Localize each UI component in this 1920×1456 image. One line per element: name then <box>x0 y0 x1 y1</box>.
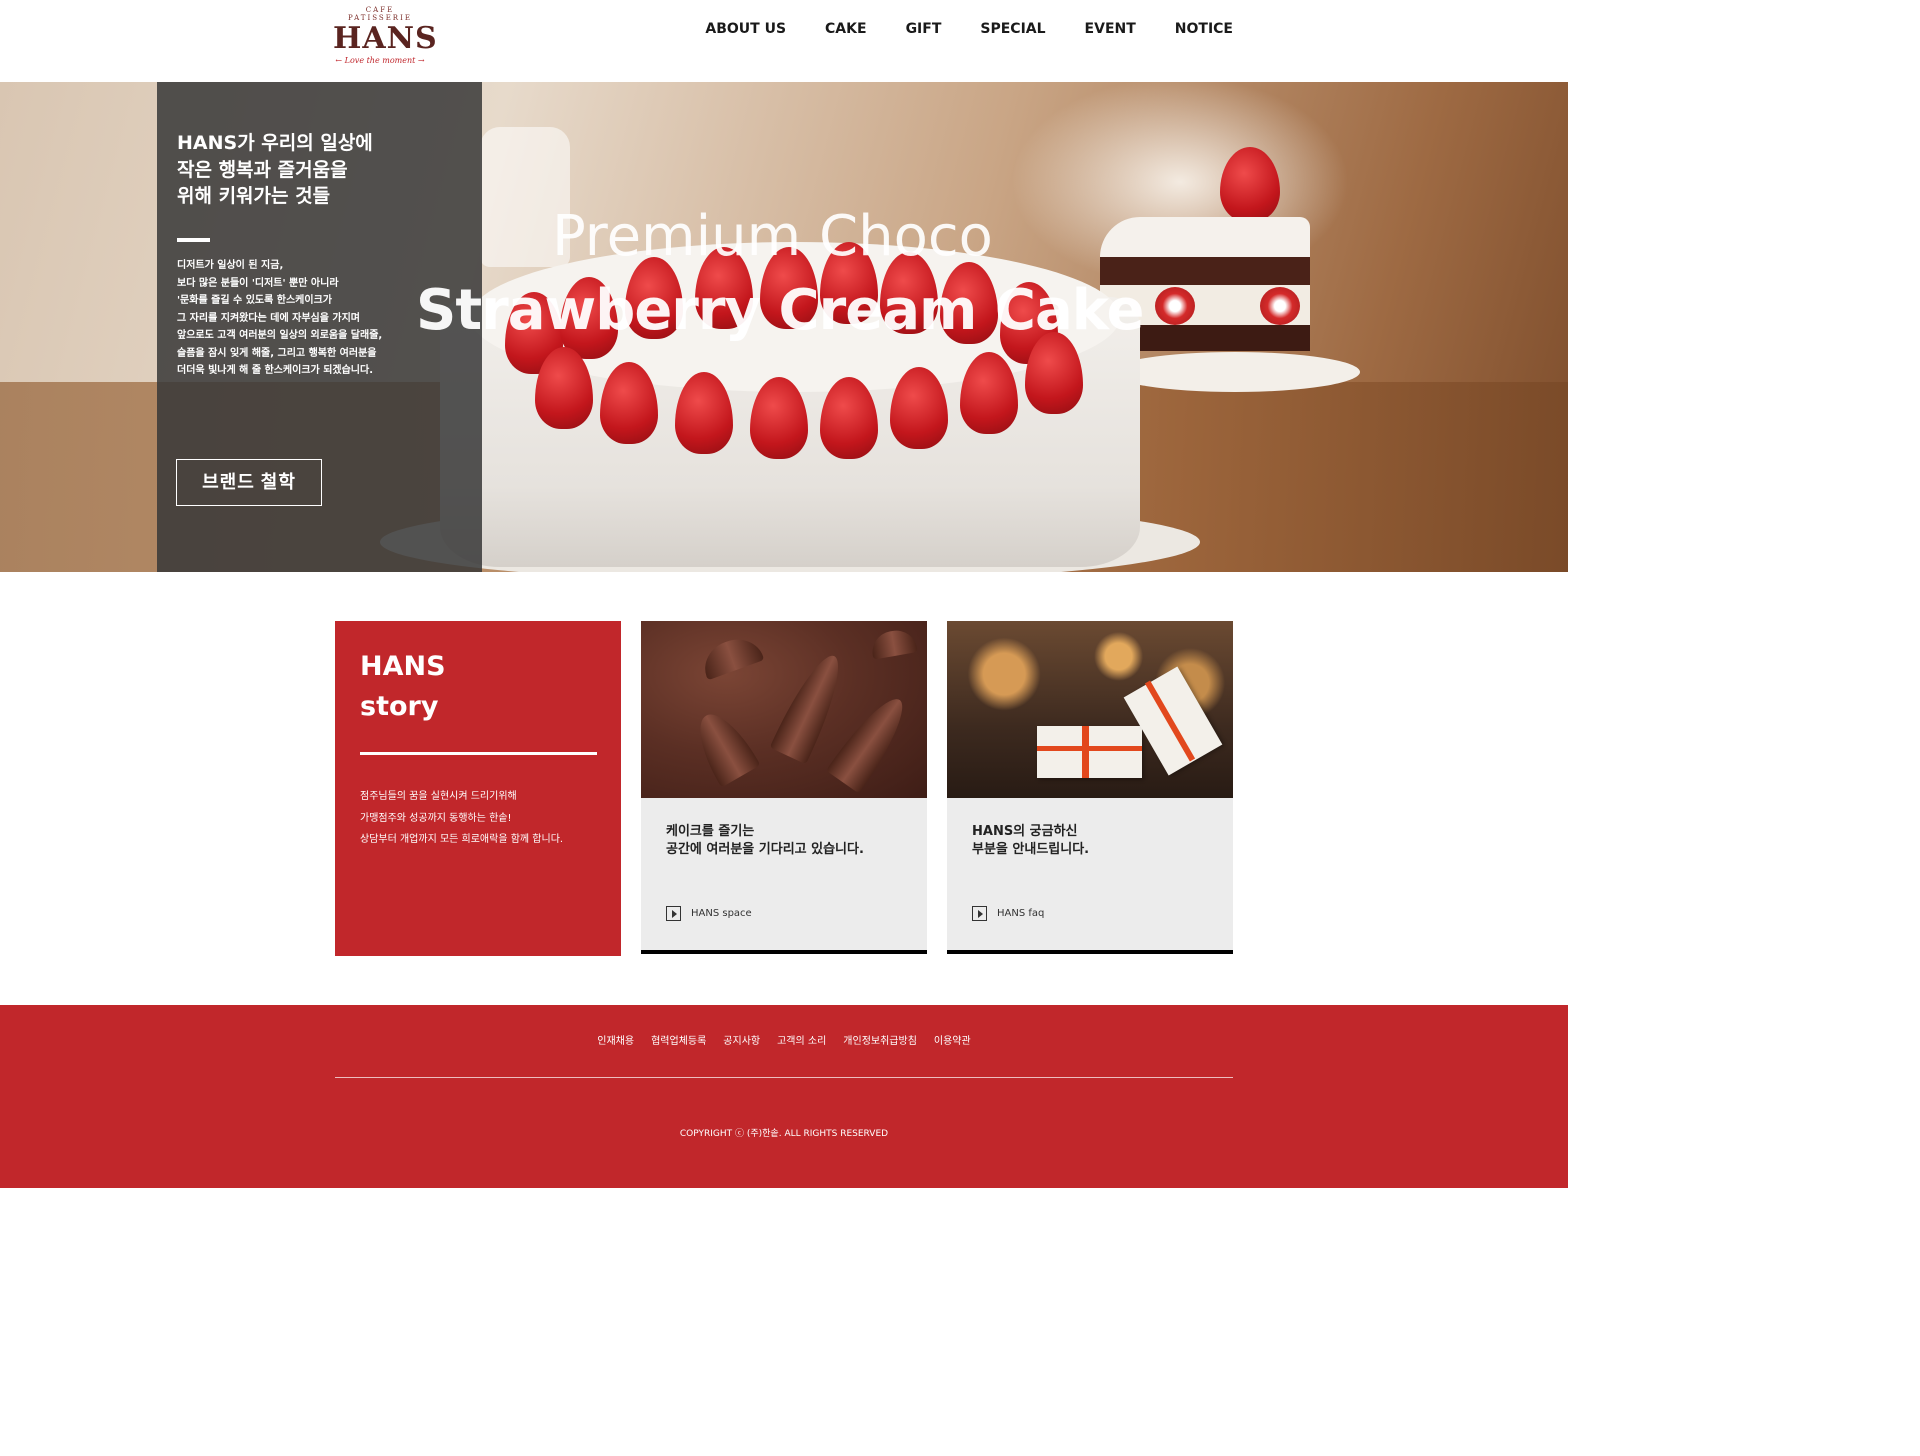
hero-title-line2: Strawberry Cream Cake <box>416 278 1144 343</box>
play-icon <box>666 906 681 921</box>
chocolate-photo <box>641 621 927 798</box>
nav-item-about-us[interactable]: ABOUT US <box>705 19 786 39</box>
nav-item-gift[interactable]: GIFT <box>906 19 942 39</box>
play-icon <box>972 906 987 921</box>
logo-tagline: ← Love the moment → <box>335 56 425 65</box>
footer-link-privacy[interactable]: 개인정보취급방침 <box>843 1034 917 1050</box>
brand-philosophy-button[interactable]: 브랜드 철학 <box>176 459 322 506</box>
site-header: CAFE PATISSERIE HANS ← Love the moment →… <box>0 0 1568 82</box>
footer-link-customer-voice[interactable]: 고객의 소리 <box>777 1034 826 1050</box>
nav-item-special[interactable]: SPECIAL <box>980 19 1045 39</box>
gift-box-photo <box>947 621 1233 798</box>
footer-links: 인재채용 협력업체등록 공지사항 고객의 소리 개인정보취급방침 이용약관 <box>0 1034 1568 1050</box>
faq-card-heading: HANS의 궁금하신 부분을 안내드립니다. <box>972 824 1090 857</box>
story-divider <box>360 752 597 755</box>
hans-space-card[interactable]: 케이크를 즐기는 공간에 여러분을 기다리고 있습니다. HANS space <box>641 621 927 954</box>
space-card-heading: 케이크를 즐기는 공간에 여러분을 기다리고 있습니다. <box>666 824 864 857</box>
logo-brand-text: HANS <box>333 21 438 56</box>
footer-link-terms[interactable]: 이용약관 <box>934 1034 971 1050</box>
story-title: HANS story <box>360 651 446 722</box>
hans-faq-label: HANS faq <box>997 908 1045 919</box>
footer-copyright: COPYRIGHT ⓒ (주)한솥. ALL RIGHTS RESERVED <box>679 1129 889 1139</box>
hans-space-label: HANS space <box>691 908 752 919</box>
footer-divider <box>335 1077 1233 1078</box>
brand-intro-heading: HANS가 우리의 일상에 작은 행복과 즐거움을 위해 키워가는 것들 <box>177 132 373 207</box>
site-footer: 인재채용 협력업체등록 공지사항 고객의 소리 개인정보취급방침 이용약관 CO… <box>0 1005 1568 1188</box>
hans-space-link[interactable]: HANS space <box>666 906 752 921</box>
nav-item-notice[interactable]: NOTICE <box>1175 19 1233 39</box>
hero-banner: HANS가 우리의 일상에 작은 행복과 즐거움을 위해 키워가는 것들 디저트… <box>0 82 1568 572</box>
footer-link-notice[interactable]: 공지사항 <box>723 1034 760 1050</box>
footer-link-recruit[interactable]: 인재채용 <box>597 1034 634 1050</box>
footer-link-partner[interactable]: 협력업체등록 <box>651 1034 706 1050</box>
hero-slice-plate <box>1110 352 1360 392</box>
heading-divider <box>177 238 210 242</box>
logo-cafe-text: CAFE <box>365 6 395 14</box>
hans-logo[interactable]: CAFE PATISSERIE HANS ← Love the moment → <box>333 6 438 76</box>
hero-title-line1: Premium Choco <box>552 204 993 269</box>
hans-story-card[interactable]: HANS story 점주님들의 꿈을 실현시켜 드리기위해 가맹점주와 성공까… <box>335 621 621 956</box>
hans-faq-link[interactable]: HANS faq <box>972 906 1044 921</box>
story-text: 점주님들의 꿈을 실현시켜 드리기위해 가맹점주와 성공까지 동행하는 한솥! … <box>360 791 564 845</box>
nav-item-cake[interactable]: CAKE <box>825 19 867 39</box>
nav-item-event[interactable]: EVENT <box>1085 19 1136 39</box>
hans-faq-card[interactable]: HANS의 궁금하신 부분을 안내드립니다. HANS faq <box>947 621 1233 954</box>
main-nav: ABOUT US CAKE GIFT SPECIAL EVENT NOTICE <box>705 19 1233 39</box>
